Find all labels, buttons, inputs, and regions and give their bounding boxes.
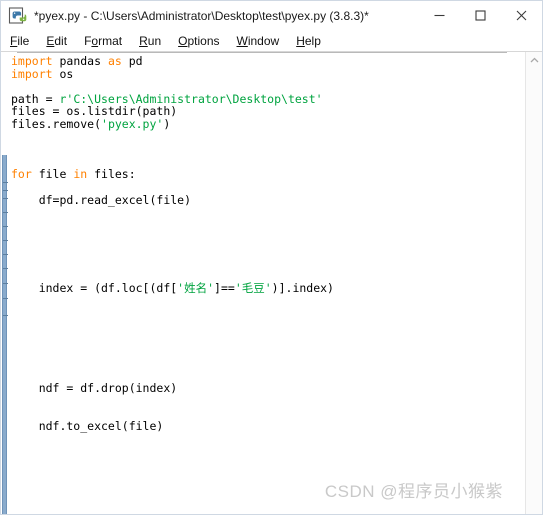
- code-text-area[interactable]: import pandas as pd import os path = r'C:…: [9, 52, 525, 514]
- title-bar: *pyex.py - C:\Users\Administrator\Deskto…: [1, 1, 542, 30]
- code-token: ]==: [214, 280, 235, 295]
- menu-item-window[interactable]: Window: [237, 34, 280, 48]
- menu-item-run[interactable]: Run: [139, 34, 161, 48]
- close-button[interactable]: [501, 1, 542, 30]
- block-guide-bar: [2, 155, 8, 514]
- menu-item-help[interactable]: Help: [296, 34, 321, 48]
- code-token: files.remove(: [11, 116, 102, 131]
- menu-item-edit[interactable]: Edit: [46, 34, 67, 48]
- code-token: df=pd.read_excel(file): [11, 192, 192, 207]
- code-lines: import pandas as pd import os path = r'C:…: [11, 55, 525, 433]
- code-token: ndf = df.drop(index): [11, 381, 178, 396]
- editor-region: import pandas as pd import os path = r'C:…: [1, 51, 542, 514]
- code-token: )].index): [271, 280, 334, 295]
- menu-bar: File Edit Format Run Options Window Help: [1, 30, 542, 51]
- code-line: index = (df.loc[(df['姓名']=='毛豆')].index): [11, 280, 525, 295]
- code-token: file: [31, 167, 74, 182]
- code-line: ndf = df.drop(index): [11, 382, 525, 395]
- code-line: for file in files:: [11, 168, 525, 181]
- code-token: '姓名': [177, 280, 215, 295]
- python-idle-icon: [8, 6, 28, 26]
- code-line: import os: [11, 66, 525, 81]
- code-token: '毛豆': [234, 280, 272, 295]
- vertical-scrollbar[interactable]: [525, 52, 542, 514]
- menu-item-options[interactable]: Options: [178, 34, 219, 48]
- menu-item-format[interactable]: Format: [84, 34, 122, 48]
- code-token: pd: [121, 54, 143, 68]
- code-token: os: [52, 66, 74, 81]
- watermark: CSDN @程序员小猴紫: [324, 482, 503, 501]
- code-line: df=pd.read_excel(file): [11, 192, 525, 207]
- maximize-button[interactable]: [460, 1, 501, 30]
- code-line: files.remove('pyex.py'): [11, 118, 525, 131]
- code-token: ndf.to_excel(file): [11, 419, 164, 434]
- code-line: ndf.to_excel(file): [11, 420, 525, 433]
- chevron-up-icon[interactable]: [526, 52, 542, 69]
- code-line: import pandas as pd: [11, 55, 525, 68]
- window-title: *pyex.py - C:\Users\Administrator\Deskto…: [34, 8, 369, 23]
- code-token: index = (df.loc[(df[: [11, 280, 178, 295]
- menu-item-file[interactable]: File: [10, 34, 29, 48]
- editor-gutter: [1, 52, 9, 514]
- code-token: 'pyex.py': [101, 116, 164, 131]
- code-token: as: [107, 54, 122, 68]
- code-token: in: [73, 167, 88, 182]
- minimize-button[interactable]: [419, 1, 460, 30]
- code-token: ): [163, 116, 171, 131]
- window-controls: [419, 1, 542, 30]
- editor-top-rule: [17, 52, 507, 53]
- idle-editor-window: *pyex.py - C:\Users\Administrator\Deskto…: [0, 0, 543, 515]
- code-token: files:: [87, 167, 136, 182]
